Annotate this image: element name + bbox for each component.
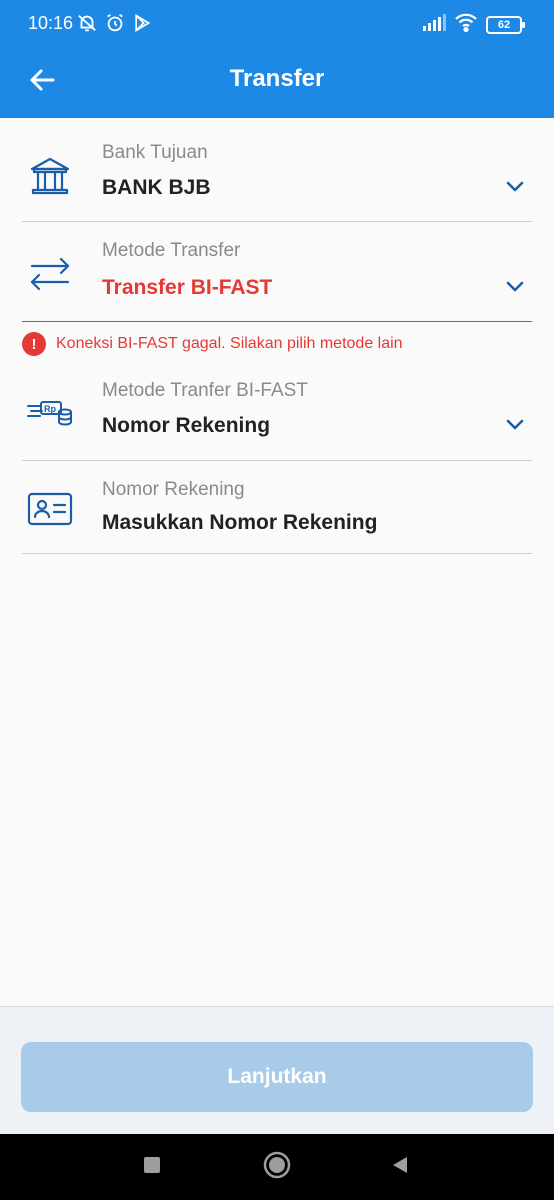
chevron-down-icon — [504, 176, 526, 198]
battery-icon: 62 — [486, 15, 525, 34]
transfer-method-value: Transfer BI-FAST — [102, 276, 273, 299]
wifi-icon — [454, 12, 478, 37]
continue-button[interactable]: Lanjutkan — [21, 1042, 533, 1112]
transfer-form: Bank Tujuan BANK BJB Metode Transfer Tra… — [0, 118, 554, 1006]
play-store-icon — [132, 12, 152, 39]
account-number-input[interactable]: Masukkan Nomor Rekening — [102, 511, 377, 535]
app-bar: Transfer — [0, 48, 554, 118]
transfer-arrows-icon — [26, 250, 74, 298]
account-number-field[interactable]: Nomor Rekening Masukkan Nomor Rekening — [22, 461, 532, 554]
square-icon — [143, 1156, 161, 1179]
chevron-down-icon — [504, 276, 526, 298]
svg-text:Rp: Rp — [44, 404, 56, 414]
account-number-label: Nomor Rekening — [102, 479, 245, 500]
home-circle-icon — [263, 1151, 291, 1184]
error-message: Koneksi BI-FAST gagal. Silakan pilih met… — [56, 335, 403, 352]
alarm-off-icon — [76, 12, 98, 39]
transfer-method-field[interactable]: Metode Transfer Transfer BI-FAST — [22, 222, 532, 322]
id-card-icon — [26, 485, 74, 533]
triangle-back-icon — [391, 1155, 409, 1180]
chevron-down-icon — [504, 414, 526, 436]
signal-icon — [422, 13, 446, 36]
alarm-clock-icon — [104, 12, 126, 39]
bottom-action-area: Lanjutkan — [0, 1006, 554, 1134]
bank-value: BANK BJB — [102, 176, 211, 199]
home-button[interactable] — [262, 1151, 292, 1184]
bank-field[interactable]: Bank Tujuan BANK BJB — [22, 128, 532, 222]
transfer-method-label: Metode Transfer — [102, 240, 241, 261]
recent-apps-button[interactable] — [137, 1152, 167, 1182]
money-transfer-icon: Rp — [26, 388, 74, 436]
status-time: 10:16 — [28, 13, 74, 33]
back-nav-button[interactable] — [385, 1152, 415, 1182]
bi-fast-method-label: Metode Tranfer BI-FAST — [102, 380, 308, 401]
page-title: Transfer — [229, 65, 325, 92]
error-message-row: ! Koneksi BI-FAST gagal. Silakan pilih m… — [22, 332, 403, 356]
bi-fast-method-value: Nomor Rekening — [102, 414, 271, 437]
status-bar: 10:16 62 — [0, 0, 554, 48]
bank-icon — [26, 152, 74, 200]
system-nav-bar — [0, 1134, 554, 1200]
bank-label: Bank Tujuan — [102, 142, 208, 163]
error-icon: ! — [22, 332, 46, 356]
bi-fast-method-field[interactable]: Rp Metode Tranfer BI-FAST Nomor Rekening — [22, 366, 532, 461]
